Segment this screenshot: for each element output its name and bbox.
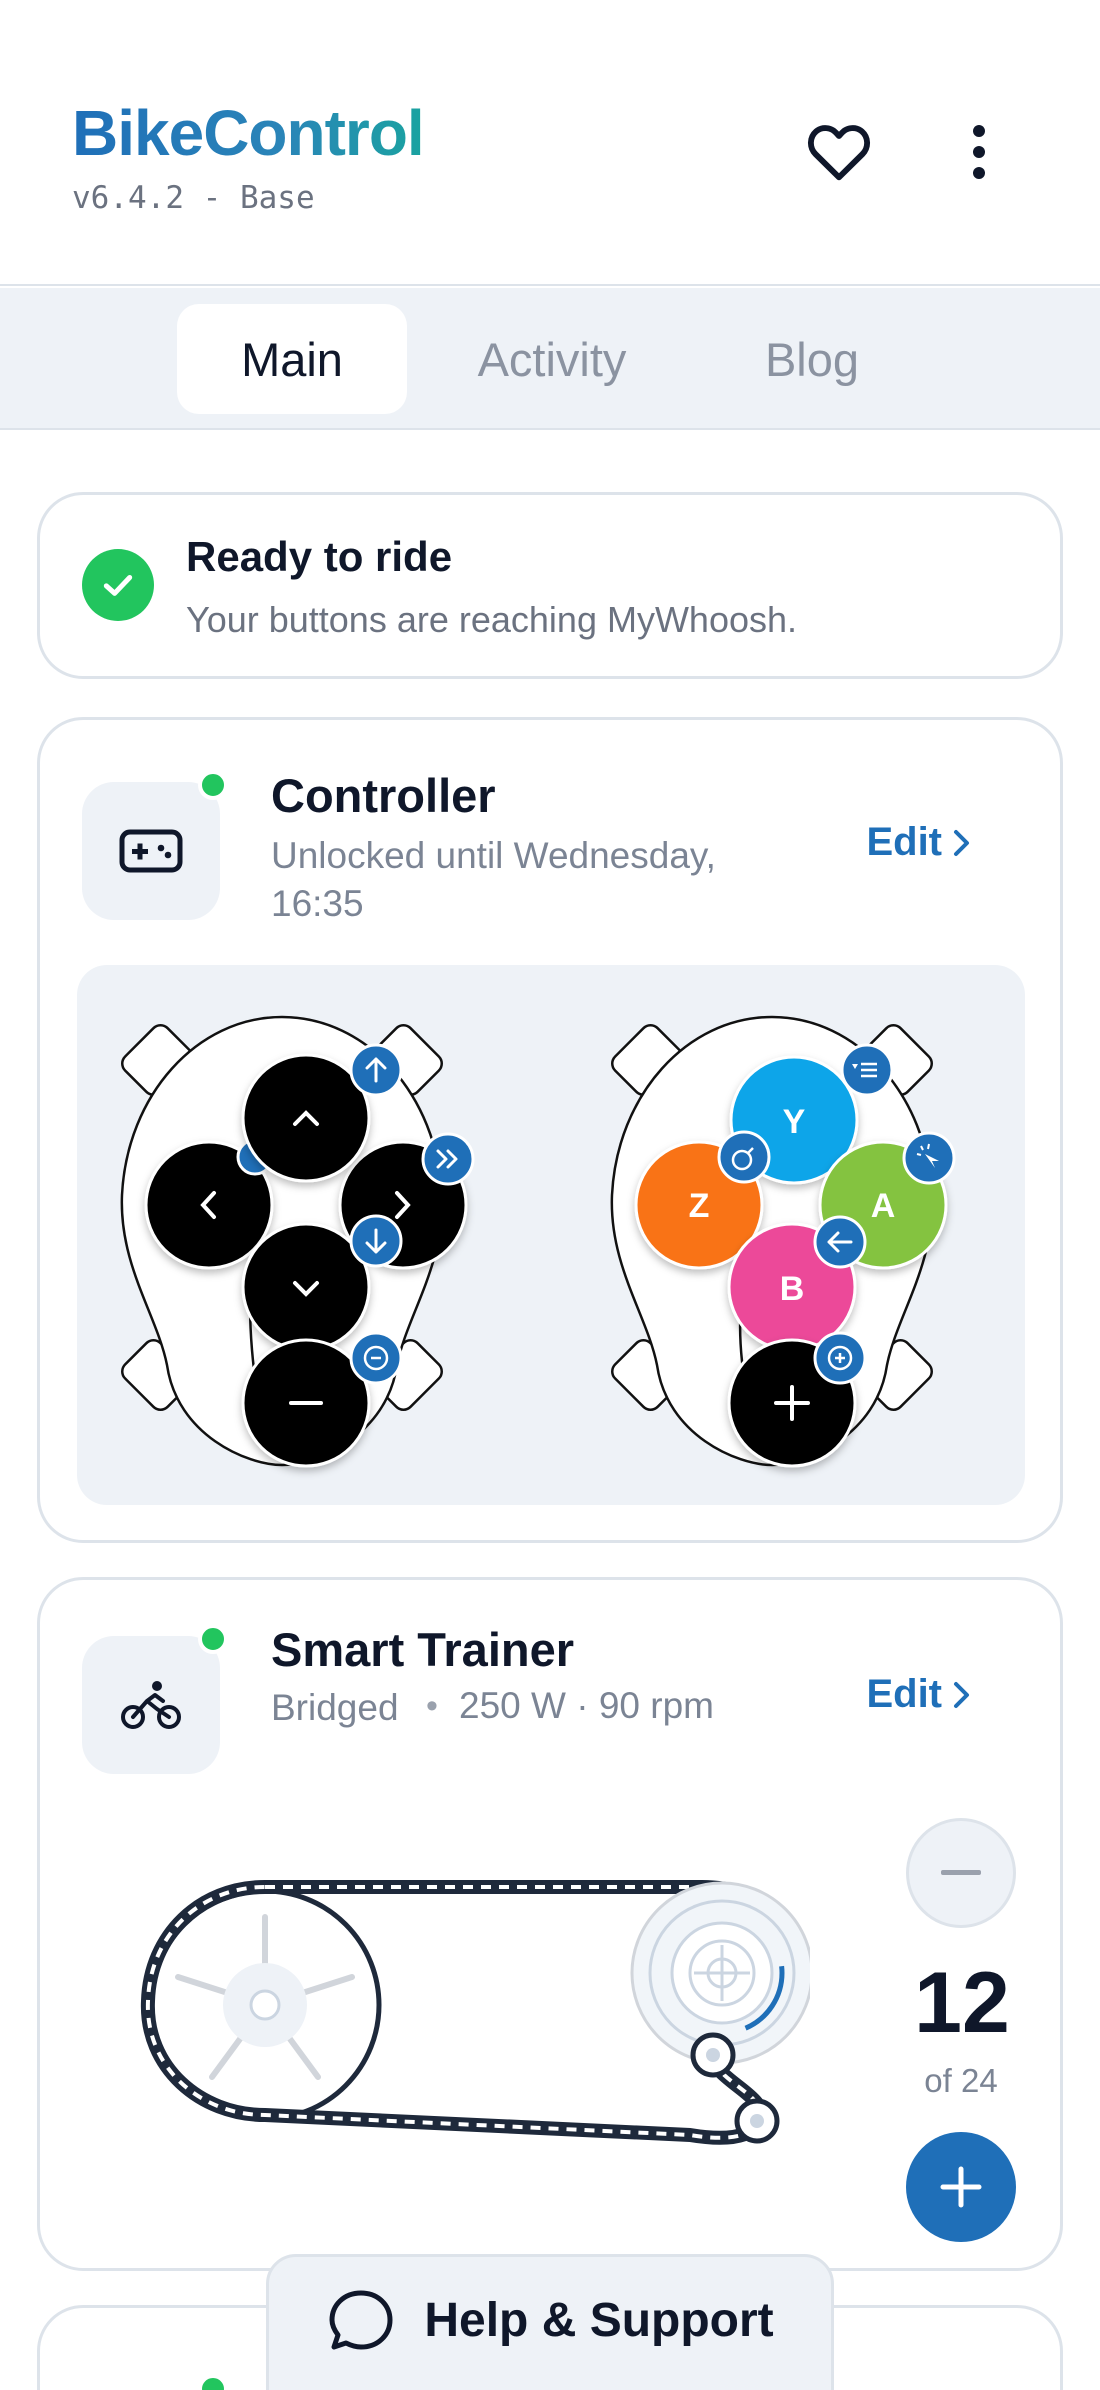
minus-icon bbox=[941, 1870, 981, 1875]
connection-status-dot bbox=[198, 2374, 228, 2390]
chevron-right-icon bbox=[954, 829, 969, 856]
minus-circle-icon bbox=[349, 1331, 403, 1385]
app-title: BikeControl bbox=[72, 97, 425, 169]
b-button-label: B bbox=[780, 1270, 805, 1308]
status-card: Ready to ride Your buttons are reaching … bbox=[37, 492, 1063, 679]
tab-activity[interactable]: Activity bbox=[437, 304, 667, 414]
gear-decrease-button[interactable] bbox=[906, 1818, 1016, 1928]
controller-card: Controller Unlocked until Wednesday, 16:… bbox=[37, 717, 1063, 1543]
edit-label: Edit bbox=[866, 1672, 942, 1716]
controller-title: Controller bbox=[271, 769, 496, 822]
y-button-label: Y bbox=[783, 1103, 806, 1141]
tab-main[interactable]: Main bbox=[177, 304, 407, 414]
trainer-status: Bridged bbox=[271, 1687, 399, 1728]
app-version: v6.4.2 - Base bbox=[72, 180, 315, 216]
bomb-icon bbox=[717, 1130, 771, 1184]
plus-icon bbox=[940, 2166, 982, 2208]
more-vertical-icon[interactable] bbox=[939, 112, 1019, 192]
tab-blog[interactable]: Blog bbox=[697, 304, 927, 414]
a-button-label: A bbox=[871, 1187, 896, 1225]
tab-bar: Main Activity Blog bbox=[0, 288, 1100, 430]
down-arrow-icon bbox=[349, 1214, 403, 1268]
check-icon bbox=[82, 549, 154, 621]
status-title: Ready to ride bbox=[186, 533, 453, 580]
trainer-edit-link[interactable]: Edit bbox=[866, 1672, 972, 1717]
connection-status-dot bbox=[198, 1624, 228, 1654]
z-button-label: Z bbox=[689, 1187, 710, 1225]
connection-status-dot bbox=[198, 770, 228, 800]
heart-icon[interactable] bbox=[799, 112, 879, 192]
trainer-title: Smart Trainer bbox=[271, 1623, 575, 1676]
up-arrow-icon bbox=[349, 1043, 403, 1097]
app-header: BikeControl v6.4.2 - Base bbox=[0, 0, 1100, 286]
plus-circle-icon bbox=[813, 1331, 867, 1385]
drivetrain-illustration bbox=[140, 1880, 810, 2145]
trainer-stats: 250 W · 90 rpm bbox=[459, 1685, 714, 1726]
help-label: Help & Support bbox=[424, 2294, 774, 2347]
gear-increase-button[interactable] bbox=[906, 2132, 1016, 2242]
gamepad-icon bbox=[82, 782, 220, 920]
controller-edit-link[interactable]: Edit bbox=[866, 820, 972, 865]
cursor-click-icon bbox=[902, 1131, 956, 1185]
separator-dot: • bbox=[426, 1687, 438, 1725]
chat-bubble-icon bbox=[329, 2290, 393, 2350]
controller-subtitle: Unlocked until Wednesday, 16:35 bbox=[271, 835, 716, 924]
list-icon bbox=[840, 1043, 894, 1097]
gear-total: of 24 bbox=[924, 2062, 998, 2099]
help-support-button[interactable]: Help & Support bbox=[266, 2254, 834, 2390]
current-gear: 12 bbox=[914, 1955, 1010, 2051]
bicycle-icon bbox=[82, 1636, 220, 1774]
controller-diagram: Y Z A B bbox=[77, 965, 1025, 1505]
status-subtitle: Your buttons are reaching MyWhoosh. bbox=[186, 599, 798, 640]
edit-label: Edit bbox=[866, 820, 942, 864]
left-arrow-icon bbox=[813, 1215, 867, 1269]
smart-trainer-card: Smart Trainer Bridged • 250 W · 90 rpm E… bbox=[37, 1577, 1063, 2271]
double-right-icon bbox=[421, 1132, 475, 1186]
chevron-right-icon bbox=[954, 1681, 969, 1708]
